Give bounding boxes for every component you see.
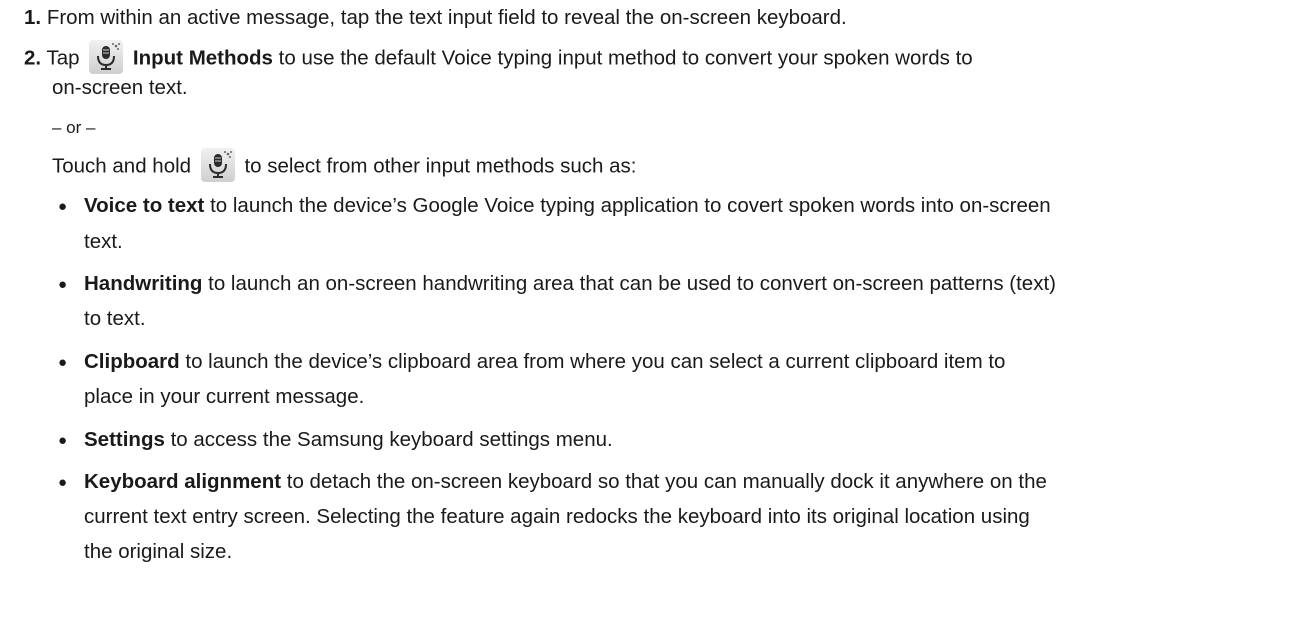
list-item: ● Keyboard alignment to detach the on-scr… [58,468,1047,497]
bullet-text-cont: text. [84,230,123,253]
bullet-text-cont: to text. [84,307,146,330]
step-text: From within an active message, tap the t… [46,6,847,29]
bullet-text-cont: current text entry screen. Selecting the… [84,505,1030,528]
bullet-term: Voice to text [84,194,205,217]
bullet-text-cont: place in your current message. [84,385,365,408]
list-item: ● Voice to text to launch the device’s Go… [58,192,1051,221]
step-text-tap: Tap [46,46,80,70]
bullet-icon: ● [58,198,68,215]
step-number: 2. [24,46,42,70]
step-2: 2. Tap Input Methods to use the default … [24,40,973,76]
bullet-icon: ● [58,432,68,449]
bullet-term: Keyboard alignment [84,470,282,493]
list-item: ● Clipboard to launch the device’s clipbo… [58,348,1005,377]
step-1: 1. From within an active message, tap th… [24,4,847,32]
bullet-term: Settings [84,428,165,451]
step-number: 1. [24,6,42,29]
bullet-icon: ● [58,474,68,491]
bullet-text: to launch the device’s Google Voice typi… [210,194,1051,217]
bullet-text: to launch the device’s clipboard area fr… [185,350,1006,373]
touch-hold-rest: to select from other input methods such … [244,154,637,178]
or-separator: – or – [52,118,96,137]
bullet-icon: ● [58,354,68,371]
bullet-text-cont: the original size. [84,540,233,563]
bullet-term: Handwriting [84,272,203,295]
touch-hold-line: Touch and hold to select from other inpu… [52,148,637,184]
bullet-text: to detach the on-screen keyboard so that… [286,470,1047,493]
list-item: ● Handwriting to launch an on-screen hand… [58,270,1056,299]
list-item: ● Settings to access the Samsung keyboard… [58,426,613,455]
microphone-settings-icon [89,40,124,74]
bullet-term: Clipboard [84,350,180,373]
input-methods-label: Input Methods [132,46,273,70]
touch-hold-text: Touch and hold [52,154,192,178]
bullet-icon: ● [58,276,68,293]
step-2-cont: on-screen text. [52,76,188,99]
microphone-settings-icon [200,148,235,182]
bullet-text: to launch an on-screen handwriting area … [208,272,1056,295]
step-text: to use the default Voice typing input me… [278,46,973,70]
bullet-text: to access the Samsung keyboard settings … [170,428,613,451]
